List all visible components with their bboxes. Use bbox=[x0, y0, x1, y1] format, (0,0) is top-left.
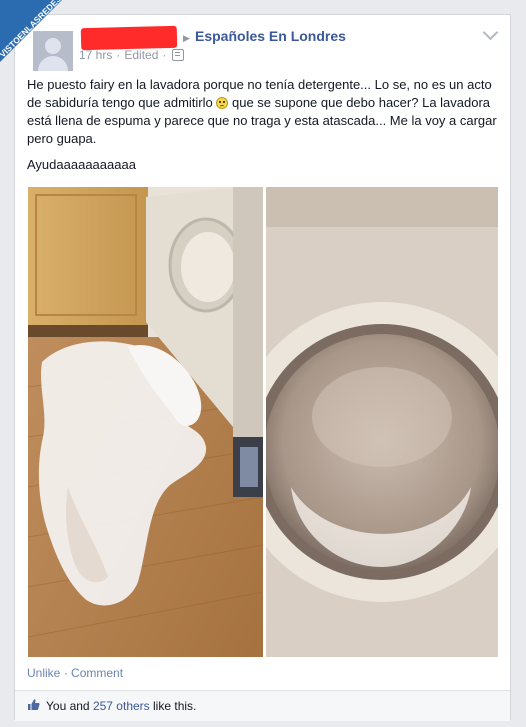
thumbs-up-icon bbox=[27, 698, 40, 714]
likes-summary: You and 257 others like this. bbox=[15, 690, 510, 721]
comment-button[interactable]: Comment bbox=[71, 666, 123, 680]
post-time[interactable]: 17 hrs bbox=[79, 48, 112, 62]
post-actions: Unlike · Comment bbox=[27, 666, 123, 680]
photo-washing-machine-door[interactable] bbox=[266, 187, 498, 657]
action-separator: · bbox=[63, 666, 68, 680]
post-paragraph-2: Ayudaaaaaaaaaaa bbox=[27, 157, 136, 172]
unlike-button[interactable]: Unlike bbox=[27, 666, 60, 680]
meta-separator: · bbox=[162, 48, 167, 62]
post-paragraph: He puesto fairy en la lavadora porque no… bbox=[27, 76, 499, 148]
likes-suffix: like this. bbox=[153, 699, 197, 713]
chevron-down-icon[interactable] bbox=[482, 24, 499, 41]
photo-floor-illustration bbox=[28, 187, 263, 657]
frown-emoji-icon bbox=[216, 97, 229, 109]
likes-count-link[interactable]: 257 others bbox=[93, 699, 150, 713]
meta-separator: · bbox=[116, 48, 121, 62]
photo-door-illustration bbox=[266, 187, 498, 657]
arrow-right-icon: ▶ bbox=[183, 33, 190, 43]
watermark-badge: VISTOENLASREDES .com bbox=[0, 0, 80, 85]
photo-washing-machine-floor[interactable] bbox=[28, 187, 263, 657]
post-body: He puesto fairy en la lavadora porque no… bbox=[27, 76, 499, 182]
post-meta: 17 hrs · Edited · bbox=[79, 48, 188, 62]
audience-icon[interactable] bbox=[172, 49, 185, 61]
redacted-author-name bbox=[80, 25, 178, 51]
post-card: ▶ Españoles En Londres 17 hrs · Edited ·… bbox=[14, 14, 511, 721]
edited-label[interactable]: Edited bbox=[124, 48, 158, 62]
group-link[interactable]: Españoles En Londres bbox=[195, 28, 346, 44]
likes-prefix: You and bbox=[46, 699, 90, 713]
